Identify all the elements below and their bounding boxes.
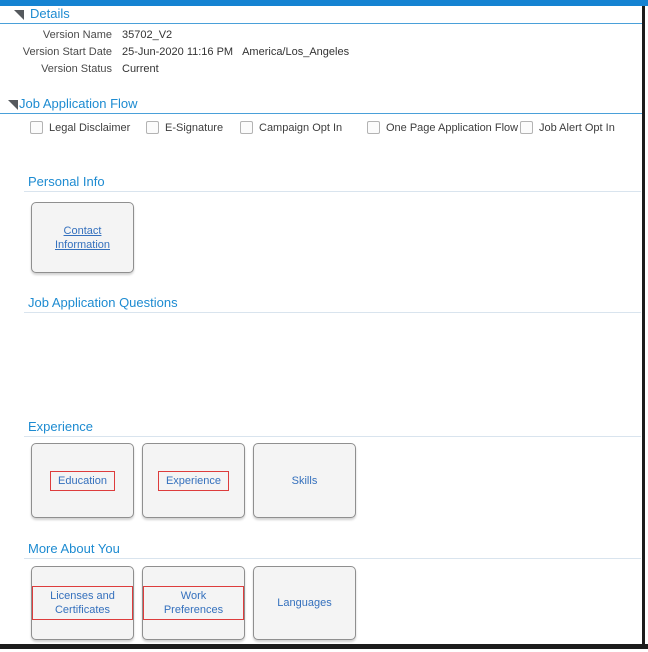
version-status-value: Current [122,63,159,75]
top-accent-bar [0,0,648,6]
checkbox-box[interactable] [30,121,43,134]
section-title-personal-info: Personal Info [28,174,105,189]
personal-info-card-row: Contact Information [31,202,134,273]
licenses-and-certificates-link[interactable]: Licenses and Certificates [32,586,133,620]
education-link[interactable]: Education [50,470,115,491]
experience-link[interactable]: Experience [157,470,230,491]
contact-information-link[interactable]: Contact Information [35,224,130,252]
card-contact-information[interactable]: Contact Information [31,202,134,273]
skills-link[interactable]: Skills [292,474,318,488]
flow-disclosure-icon[interactable] [8,100,18,110]
section-divider [24,191,641,192]
app-window: Details Version Name 35702_V2 Version St… [0,0,648,652]
checkbox-label: One Page Application Flow [386,121,519,134]
languages-link[interactable]: Languages [277,596,331,610]
card-skills[interactable]: Skills [253,443,356,518]
card-licenses-and-certificates[interactable]: Licenses and Certificates [31,566,134,640]
section-divider [24,558,641,559]
version-start-date-value: 25-Jun-2020 11:16 PM America/Los_Angeles [122,46,349,58]
checkbox-box[interactable] [367,121,380,134]
card-education[interactable]: Education [31,443,134,518]
details-header-divider [0,23,642,24]
card-languages[interactable]: Languages [253,566,356,640]
details-section-title[interactable]: Details [30,6,70,21]
card-experience[interactable]: Experience [142,443,245,518]
version-name-value: 35702_V2 [122,29,173,41]
flow-header-divider [0,113,642,114]
checkbox-label: E-Signature [165,121,224,134]
checkbox-legal-disclaimer[interactable]: Legal Disclaimer [30,121,130,134]
details-disclosure-icon[interactable] [14,10,24,20]
checkbox-campaign-opt-in[interactable]: Campaign Opt In [240,121,342,134]
version-timezone-text: America/Los_Angeles [242,46,350,58]
checkbox-label: Campaign Opt In [259,121,343,134]
card-work-preferences[interactable]: Work Preferences [142,566,245,640]
section-title-experience: Experience [28,419,94,434]
section-divider [24,436,641,437]
checkbox-box[interactable] [146,121,159,134]
flow-section-title[interactable]: Job Application Flow [19,96,138,111]
window-right-border [642,6,645,644]
version-start-date-label: Version Start Date [22,46,112,58]
checkbox-box[interactable] [520,121,533,134]
checkbox-label: Job Alert Opt In [539,121,615,134]
work-preferences-link[interactable]: Work Preferences [143,586,244,620]
checkbox-e-signature[interactable]: E-Signature [146,121,223,134]
section-title-more-about-you: More About You [28,541,120,556]
section-divider [24,312,641,313]
section-title-job-application-questions: Job Application Questions [28,295,178,310]
checkbox-job-alert-opt-in[interactable]: Job Alert Opt In [520,121,615,134]
checkbox-box[interactable] [240,121,253,134]
more-about-you-card-row: Licenses and Certificates Work Preferenc… [31,566,356,640]
version-name-label: Version Name [42,29,112,41]
checkbox-one-page-application-flow[interactable]: One Page Application Flow [367,121,518,134]
version-start-date-text: 25-Jun-2020 11:16 PM [122,46,234,58]
window-bottom-border [0,644,648,649]
checkbox-label: Legal Disclaimer [49,121,131,134]
version-status-label: Version Status [41,63,112,75]
experience-card-row: Education Experience Skills [31,443,356,518]
